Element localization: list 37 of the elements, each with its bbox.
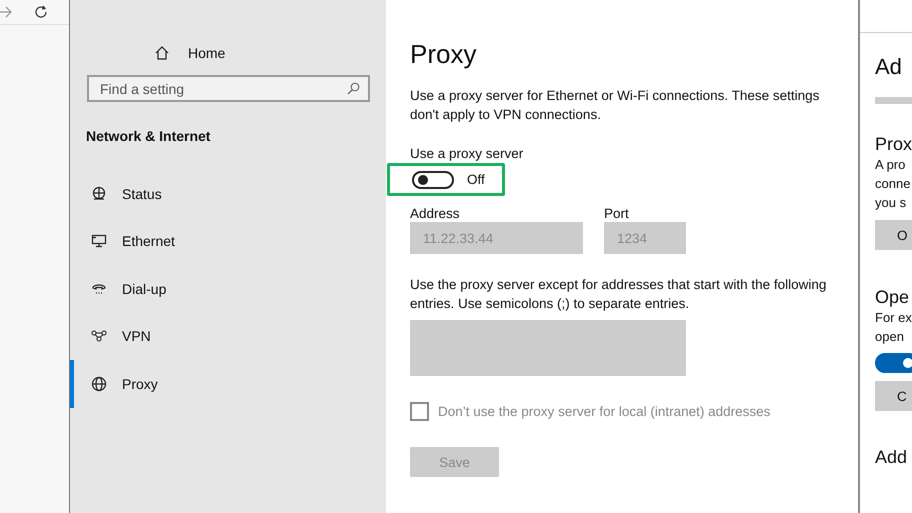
section-text: For ex [875, 309, 912, 327]
toggle-label: Use a proxy server [410, 145, 524, 163]
nav-item[interactable]: Status [70, 170, 386, 218]
description-text: Use a proxy server for Ethernet or Wi-Fi connections. These settings don't apply to VPN connections. [410, 87, 820, 124]
home-icon [154, 45, 170, 61]
globe-monitor-icon [91, 186, 107, 202]
change-button[interactable]: C [875, 381, 912, 411]
section-heading: Ope [875, 286, 910, 308]
network-nodes-icon [91, 328, 107, 344]
open-button[interactable]: O [875, 220, 912, 250]
panel-title: Ad [875, 54, 903, 80]
section-title: Network & Internet [86, 128, 210, 144]
section-heading: Add [875, 446, 908, 468]
nav-item[interactable]: Dial-up [70, 265, 386, 312]
home-link[interactable]: Home [154, 45, 226, 61]
address-label: Address [410, 206, 461, 222]
toggle-switch[interactable] [875, 353, 912, 373]
refresh-icon[interactable] [34, 5, 48, 19]
search-field[interactable]: Find a setting [98, 80, 347, 98]
search-box[interactable]: Find a setting [87, 75, 370, 102]
port-label: Port [604, 206, 630, 222]
exceptions-description: Use the proxy server except for addresses that start with the following entries. Use semicolons (;) to separate entries. [410, 276, 828, 313]
search-icon [347, 82, 360, 95]
globe-icon [91, 376, 107, 392]
monitor-icon [91, 233, 107, 250]
page-title: Proxy [410, 38, 478, 70]
section-text: you s [875, 194, 908, 212]
section-text: open [875, 328, 905, 346]
section-text: conne [875, 175, 912, 193]
nav-item[interactable]: VPN [70, 312, 386, 360]
proxy-toggle[interactable] [412, 170, 454, 188]
section-text: A pro [875, 156, 906, 174]
section-heading: Prox [875, 133, 912, 155]
nav-item[interactable]: Ethernet [70, 218, 386, 265]
checkbox-label: Don’t use the proxy server for local (intranet) addresses [438, 404, 770, 419]
toggle-state-text: Off [467, 172, 485, 187]
forward-arrow-icon[interactable] [0, 6, 12, 18]
